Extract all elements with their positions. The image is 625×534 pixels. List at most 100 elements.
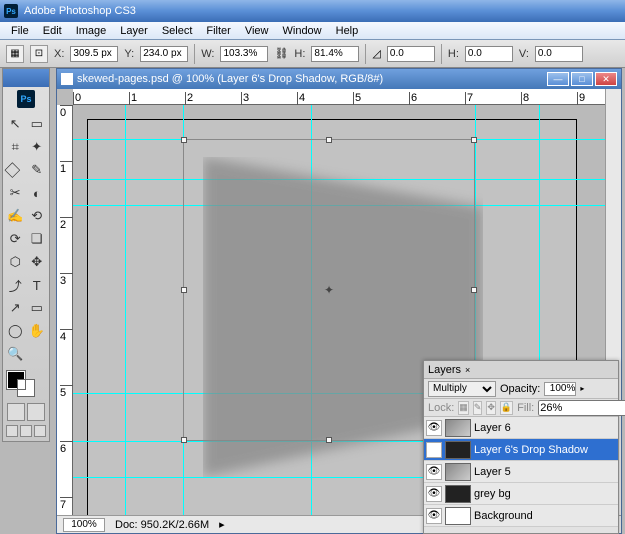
vskew-input[interactable] xyxy=(535,46,583,62)
transform-handle[interactable] xyxy=(181,437,187,443)
y-label: Y: xyxy=(124,48,134,60)
layer-row[interactable]: 👁 Background xyxy=(424,505,618,527)
tool-16[interactable]: ↗ xyxy=(5,297,26,319)
transform-handle[interactable] xyxy=(181,137,187,143)
layer-list: 👁Layer 6👁Layer 6's Drop Shadow👁Layer 5👁g… xyxy=(424,417,618,527)
hskew-input[interactable] xyxy=(465,46,513,62)
layer-name: Background xyxy=(474,510,533,522)
options-bar: ▦ ⊡ X: Y: W: ⛓ H: ◿ H: V: xyxy=(0,40,625,68)
close-panel-icon[interactable]: × xyxy=(465,365,470,375)
transform-handle[interactable] xyxy=(326,137,332,143)
tool-17[interactable]: ▭ xyxy=(27,297,48,319)
reference-point-icon[interactable]: ⊡ xyxy=(30,45,48,63)
menu-image[interactable]: Image xyxy=(69,23,114,39)
opacity-input[interactable] xyxy=(544,382,576,396)
tool-3[interactable]: ✦ xyxy=(27,136,48,158)
tool-9[interactable]: ⟲ xyxy=(27,205,48,227)
h-label: H: xyxy=(294,48,305,60)
tool-8[interactable]: ✍ xyxy=(5,205,26,227)
tool-2[interactable]: ⌗ xyxy=(5,136,26,158)
tool-10[interactable]: ⟳ xyxy=(5,228,26,250)
transform-handle[interactable] xyxy=(471,137,477,143)
quick-mask-toggle[interactable] xyxy=(3,401,49,423)
x-input[interactable] xyxy=(70,46,118,62)
layer-thumbnail[interactable] xyxy=(445,507,471,525)
visibility-icon[interactable]: 👁 xyxy=(426,464,442,480)
x-label: X: xyxy=(54,48,64,60)
layer-thumbnail[interactable] xyxy=(445,463,471,481)
visibility-icon[interactable]: 👁 xyxy=(426,420,442,436)
lock-pixels-icon[interactable]: ✎ xyxy=(473,401,483,415)
tool-15[interactable]: T xyxy=(27,274,48,296)
transform-handle[interactable] xyxy=(181,287,187,293)
w-input[interactable] xyxy=(220,46,268,62)
lock-position-icon[interactable]: ✥ xyxy=(486,401,496,415)
menu-select[interactable]: Select xyxy=(155,23,200,39)
tool-6[interactable]: ✂ xyxy=(5,182,26,204)
menu-filter[interactable]: Filter xyxy=(199,23,237,39)
maximize-button[interactable]: □ xyxy=(571,72,593,86)
layer-row[interactable]: 👁 grey bg xyxy=(424,483,618,505)
layers-panel[interactable]: Layers × Multiply Opacity: ▸ Lock: ▦ ✎ ✥… xyxy=(423,360,619,534)
tool-11[interactable]: ❏ xyxy=(27,228,48,250)
titlebar: Ps Adobe Photoshop CS3 xyxy=(0,0,625,22)
blend-mode-select[interactable]: Multiply xyxy=(428,381,496,397)
transform-center-icon[interactable]: ✦ xyxy=(324,283,334,297)
layer-thumbnail[interactable] xyxy=(445,485,471,503)
transform-icon[interactable]: ▦ xyxy=(6,45,24,63)
h-input[interactable] xyxy=(311,46,359,62)
transform-handle[interactable] xyxy=(326,437,332,443)
tool-20[interactable]: 🔍 xyxy=(5,343,26,365)
background-swatch[interactable] xyxy=(17,379,35,397)
link-icon[interactable]: ⛓ xyxy=(274,47,288,60)
opacity-flyout-icon[interactable]: ▸ xyxy=(580,384,584,393)
tools-titlebar[interactable] xyxy=(3,69,49,87)
separator xyxy=(194,44,195,64)
minimize-button[interactable]: — xyxy=(547,72,569,86)
zoom-input[interactable] xyxy=(63,518,105,532)
separator xyxy=(441,44,442,64)
layer-thumbnail[interactable] xyxy=(445,419,471,437)
document-titlebar[interactable]: skewed-pages.psd @ 100% (Layer 6's Drop … xyxy=(57,69,621,89)
tool-14[interactable]: ⤴ xyxy=(5,274,26,296)
lock-label: Lock: xyxy=(428,402,454,414)
layers-tab[interactable]: Layers × xyxy=(424,361,618,379)
transform-handle[interactable] xyxy=(471,287,477,293)
guide[interactable] xyxy=(125,105,126,515)
lock-all-icon[interactable]: 🔒 xyxy=(500,401,513,415)
menu-file[interactable]: File xyxy=(4,23,36,39)
layer-name: grey bg xyxy=(474,488,511,500)
layer-row[interactable]: 👁Layer 6 xyxy=(424,417,618,439)
visibility-icon[interactable]: 👁 xyxy=(426,508,442,524)
screen-mode[interactable] xyxy=(3,423,49,441)
w-label: W: xyxy=(201,48,214,60)
tool-18[interactable]: ◯ xyxy=(5,320,26,342)
tool-4[interactable]: ⃟ xyxy=(5,159,26,181)
layer-row[interactable]: 👁Layer 6's Drop Shadow xyxy=(424,439,618,461)
layer-row[interactable]: 👁Layer 5 xyxy=(424,461,618,483)
tool-0[interactable]: ↖ xyxy=(5,113,26,135)
menu-help[interactable]: Help xyxy=(329,23,366,39)
vskew-label: V: xyxy=(519,48,529,60)
close-button[interactable]: ✕ xyxy=(595,72,617,86)
visibility-icon[interactable]: 👁 xyxy=(426,442,442,458)
lock-transparency-icon[interactable]: ▦ xyxy=(458,401,469,415)
menu-view[interactable]: View xyxy=(238,23,276,39)
rotation-input[interactable] xyxy=(387,46,435,62)
menu-window[interactable]: Window xyxy=(276,23,329,39)
ruler-horizontal: 0123456789 xyxy=(73,89,605,105)
tool-1[interactable]: ▭ xyxy=(27,113,48,135)
y-input[interactable] xyxy=(140,46,188,62)
visibility-icon[interactable]: 👁 xyxy=(426,486,442,502)
menu-edit[interactable]: Edit xyxy=(36,23,69,39)
tool-7[interactable]: ◐ xyxy=(27,182,48,204)
menu-layer[interactable]: Layer xyxy=(113,23,155,39)
layer-thumbnail[interactable] xyxy=(445,441,471,459)
tool-13[interactable]: ✥ xyxy=(27,251,48,273)
color-swatches[interactable] xyxy=(3,367,49,401)
tool-5[interactable]: ✎ xyxy=(27,159,48,181)
status-flyout-icon[interactable]: ▸ xyxy=(219,518,225,531)
tool-19[interactable]: ✋ xyxy=(27,320,48,342)
fill-input[interactable] xyxy=(538,400,625,416)
tool-12[interactable]: ⬡ xyxy=(5,251,26,273)
